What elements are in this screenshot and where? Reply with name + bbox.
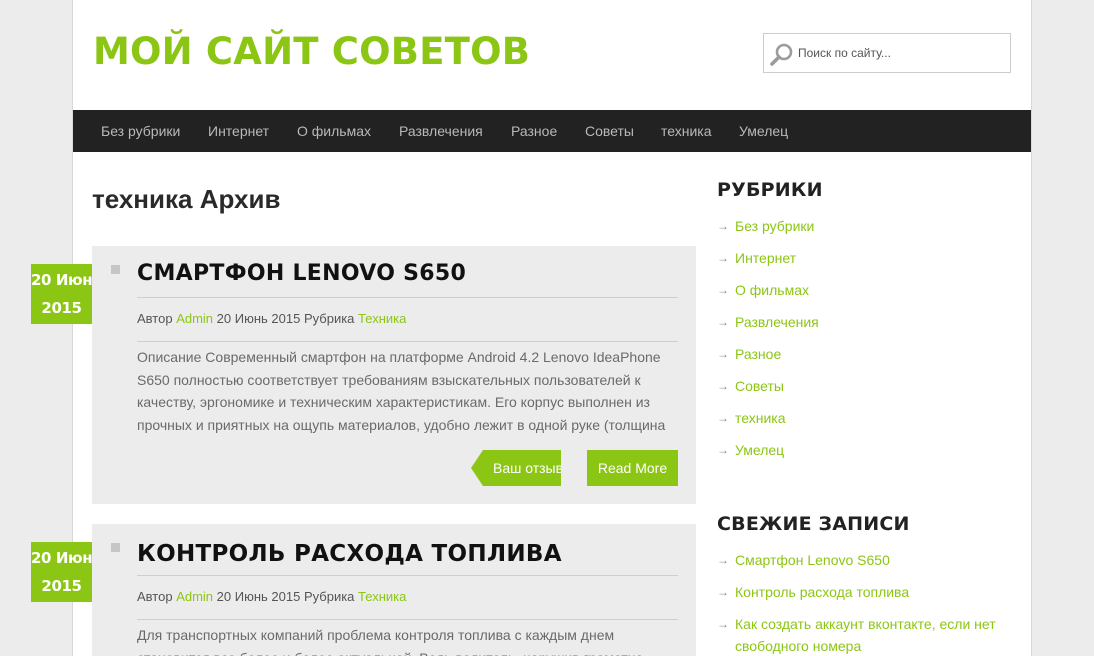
category-link[interactable]: → Без рубрики <box>717 215 1017 247</box>
arrow-right-icon: → <box>717 347 729 361</box>
post-meta: Автор Admin 20 Июнь 2015 Рубрика Техника <box>137 589 406 604</box>
recent-post-label: Смартфон Lenovo S650 <box>735 552 890 568</box>
recent-post-label: Как создать аккаунт вконтакте, если нет … <box>735 616 996 654</box>
title-divider <box>137 575 678 576</box>
meta-category-label: Рубрика <box>303 311 355 326</box>
recent-post-link[interactable]: → Контроль расхода топлива <box>717 581 1017 603</box>
main-nav: Без рубрики Интернет О фильмах Развлечен… <box>73 110 1031 152</box>
post-title[interactable]: КОНТРОЛЬ РАСХОДА ТОПЛИВА <box>137 541 562 567</box>
nav-item-sovety[interactable]: Советы <box>585 110 634 152</box>
recent-posts-widget-title: СВЕЖИЕ ЗАПИСИ <box>717 513 910 535</box>
post-card: СМАРТФОН LENOVO S650 Автор Admin 20 Июнь… <box>92 246 696 504</box>
arrow-right-icon: → <box>717 553 729 567</box>
meta-author-label: Автор <box>137 589 173 604</box>
post-format-icon <box>111 543 120 552</box>
meta-category-link[interactable]: Техника <box>358 589 406 604</box>
arrow-right-icon: → <box>717 379 729 393</box>
meta-category-link[interactable]: Техника <box>358 311 406 326</box>
arrow-right-icon: → <box>717 411 729 425</box>
recent-post-link[interactable]: → Как создать аккаунт вконтакте, если нет… <box>717 613 1007 656</box>
recent-post-label: Контроль расхода топлива <box>735 584 910 600</box>
nav-item-internet[interactable]: Интернет <box>208 110 269 152</box>
recent-posts-list: → Смартфон Lenovo S650 → Контроль расхода … <box>717 549 1017 656</box>
category-link[interactable]: → Разное <box>717 343 1017 375</box>
post-excerpt: Для транспортных компаний проблема контр… <box>137 627 643 656</box>
nav-item-umelec[interactable]: Умелец <box>739 110 788 152</box>
date-year: 2015 <box>41 299 82 317</box>
categories-list: → Без рубрики → Интернет → О фильмах → Развл… <box>717 215 1017 471</box>
category-label: Развлечения <box>735 314 819 330</box>
meta-divider <box>137 341 678 342</box>
category-label: О фильмах <box>735 282 809 298</box>
site-title[interactable]: МОЙ САЙТ СОВЕТОВ <box>93 30 530 73</box>
nav-item-tehnika[interactable]: техника <box>661 110 712 152</box>
nav-item-bez-rubriki[interactable]: Без рубрики <box>101 110 180 152</box>
meta-author-link[interactable]: Admin <box>176 589 213 604</box>
category-label: Интернет <box>735 250 797 266</box>
category-label: Советы <box>735 378 784 394</box>
category-link[interactable]: → техника <box>717 407 1017 439</box>
meta-date: 20 Июнь 2015 <box>216 311 301 326</box>
archive-title: техника Архив <box>92 184 281 214</box>
arrow-right-icon: → <box>717 315 729 329</box>
category-label: Разное <box>735 346 782 362</box>
search-box[interactable] <box>763 33 1011 73</box>
category-label: техника <box>735 410 786 426</box>
meta-category-label: Рубрика <box>303 589 355 604</box>
comment-button[interactable]: Ваш отзыв <box>483 450 561 486</box>
date-year: 2015 <box>41 577 82 595</box>
category-label: Без рубрики <box>735 218 815 234</box>
read-more-button[interactable]: Read More <box>587 450 678 486</box>
date-badge: 20 Июн 2015 <box>31 264 93 324</box>
category-link[interactable]: → Умелец <box>717 439 1017 471</box>
arrow-right-icon: → <box>717 251 729 265</box>
meta-author-label: Автор <box>137 311 173 326</box>
arrow-right-icon: → <box>717 617 729 631</box>
search-icon[interactable] <box>770 42 794 66</box>
meta-author-link[interactable]: Admin <box>176 311 213 326</box>
post-card: КОНТРОЛЬ РАСХОДА ТОПЛИВА Автор Admin 20 … <box>92 524 696 656</box>
nav-item-razvlecheniya[interactable]: Развлечения <box>399 110 483 152</box>
category-link[interactable]: → Интернет <box>717 247 1017 279</box>
category-link[interactable]: → О фильмах <box>717 279 1017 311</box>
category-label: Умелец <box>735 442 785 458</box>
meta-date: 20 Июнь 2015 <box>216 589 301 604</box>
date-day: 20 Июн <box>31 271 93 289</box>
categories-widget-title: РУБРИКИ <box>717 179 823 201</box>
meta-divider <box>137 619 678 620</box>
nav-item-raznoe[interactable]: Разное <box>511 110 557 152</box>
arrow-right-icon: → <box>717 585 729 599</box>
arrow-right-icon: → <box>717 443 729 457</box>
title-divider <box>137 297 678 298</box>
comment-arrow-icon <box>471 450 483 486</box>
post-format-icon <box>111 265 120 274</box>
post-excerpt: Описание Современный смартфон на платфор… <box>137 349 666 433</box>
category-link[interactable]: → Советы <box>717 375 1017 407</box>
arrow-right-icon: → <box>717 283 729 297</box>
category-link[interactable]: → Развлечения <box>717 311 1017 343</box>
nav-item-o-filmah[interactable]: О фильмах <box>297 110 371 152</box>
post-title[interactable]: СМАРТФОН LENOVO S650 <box>137 261 466 286</box>
date-badge: 20 Июн 2015 <box>31 542 93 602</box>
search-input[interactable] <box>798 43 998 63</box>
arrow-right-icon: → <box>717 219 729 233</box>
post-meta: Автор Admin 20 Июнь 2015 Рубрика Техника <box>137 311 406 326</box>
date-day: 20 Июн <box>31 549 93 567</box>
page-container: МОЙ САЙТ СОВЕТОВ Без рубрики Интернет О … <box>72 0 1032 656</box>
recent-post-link[interactable]: → Смартфон Lenovo S650 <box>717 549 1017 571</box>
